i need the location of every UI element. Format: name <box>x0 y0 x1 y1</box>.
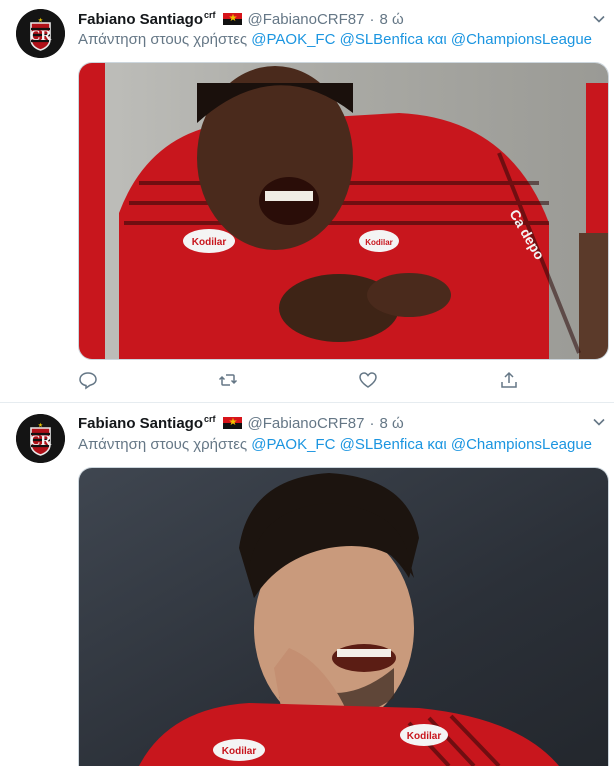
author-name-suffix: crf <box>204 414 216 424</box>
author-name[interactable]: Fabiano Santiago <box>78 415 203 432</box>
reply-context: Απάντηση στους χρήστες @PAOK_FC @SLBenfi… <box>78 436 592 453</box>
tweet[interactable]: CR ★ Fabiano Santiago crf ★ @FabianoCRF87… <box>0 403 614 768</box>
tweet-header: Fabiano Santiago crf ★ @FabianoCRF87 · 8 … <box>78 9 604 29</box>
jersey-sponsor-text: Kodilar <box>407 731 442 742</box>
angola-flag-icon: ★ <box>222 417 242 429</box>
reply-prefix: Απάντηση στους χρήστες <box>78 436 248 453</box>
tweet-timestamp[interactable]: 8 ώ <box>379 415 403 432</box>
chevron-down-icon[interactable] <box>592 415 606 429</box>
tweet-actions <box>78 370 528 392</box>
reply-conjunction: και <box>427 436 447 453</box>
mention-link[interactable]: @PAOK_FC <box>251 31 335 48</box>
tweet-header: Fabiano Santiago crf ★ @FabianoCRF87 · 8 … <box>78 413 604 433</box>
retweet-icon[interactable] <box>218 370 240 392</box>
flamengo-crest-icon: CR ★ <box>16 414 65 463</box>
tweet-feed: CR ★ Fabiano Santiago crf ★ @FabianoCRF87… <box>0 0 614 768</box>
author-name[interactable]: Fabiano Santiago <box>78 11 203 28</box>
author-handle[interactable]: @FabianoCRF87 <box>248 415 365 432</box>
heart-icon[interactable] <box>358 370 380 392</box>
svg-text:CR: CR <box>30 433 52 449</box>
avatar[interactable]: CR ★ <box>16 414 65 463</box>
mention-link[interactable]: @ChampionsLeague <box>451 31 592 48</box>
avatar[interactable]: CR ★ <box>16 9 65 58</box>
mention-link[interactable]: @PAOK_FC <box>251 436 335 453</box>
author-name-suffix: crf <box>204 10 216 20</box>
tweet-photo[interactable]: Kodilar Kodilar <box>78 467 609 766</box>
jersey-sponsor-text: Kodilar <box>192 237 227 248</box>
reply-context: Απάντηση στους χρήστες @PAOK_FC @SLBenfi… <box>78 31 592 48</box>
separator-dot: · <box>369 414 375 432</box>
separator-dot: · <box>369 10 375 28</box>
svg-text:Kodilar: Kodilar <box>222 746 257 757</box>
svg-text:★: ★ <box>38 17 43 24</box>
svg-text:★: ★ <box>38 422 43 429</box>
chevron-down-icon[interactable] <box>592 12 606 26</box>
share-icon[interactable] <box>499 370 521 392</box>
angola-flag-icon: ★ <box>222 13 242 25</box>
reply-conjunction: και <box>427 31 447 48</box>
author-handle[interactable]: @FabianoCRF87 <box>248 11 365 28</box>
tweet-timestamp[interactable]: 8 ώ <box>379 11 403 28</box>
svg-text:CR: CR <box>30 28 52 44</box>
reply-prefix: Απάντηση στους χρήστες <box>78 31 248 48</box>
svg-text:Kodilar: Kodilar <box>365 238 393 247</box>
mention-link[interactable]: @SLBenfica <box>340 31 424 48</box>
flamengo-crest-icon: CR ★ <box>16 9 65 58</box>
mention-link[interactable]: @ChampionsLeague <box>451 436 592 453</box>
reply-icon[interactable] <box>78 370 100 392</box>
tweet[interactable]: CR ★ Fabiano Santiago crf ★ @FabianoCRF87… <box>0 0 614 403</box>
tweet-photo[interactable]: Kodilar Kodilar Ca depo <box>78 62 609 360</box>
mention-link[interactable]: @SLBenfica <box>340 436 424 453</box>
